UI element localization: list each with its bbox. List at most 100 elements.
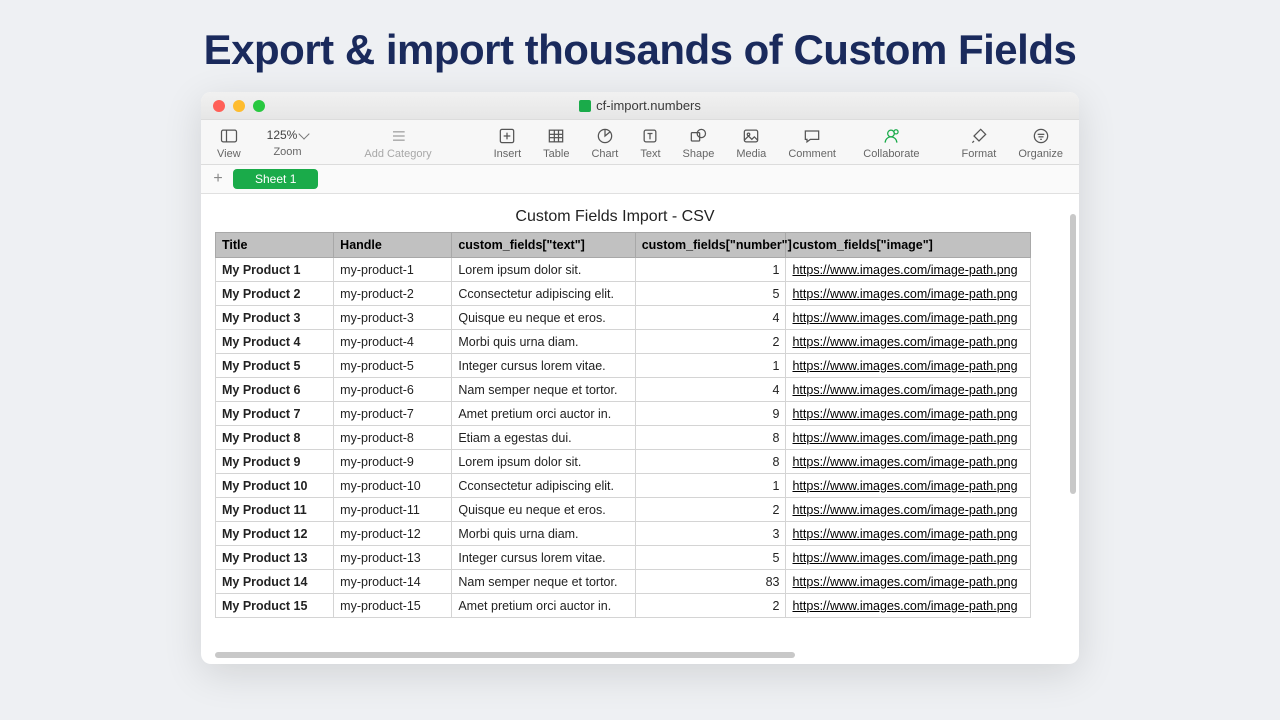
cell[interactable]: Morbi quis urna diam. [452,330,635,354]
cell[interactable]: https://www.images.com/image-path.png [786,450,1031,474]
table-row[interactable]: My Product 13my-product-13Integer cursus… [216,546,1031,570]
cell[interactable]: 1 [635,474,786,498]
cell[interactable]: Quisque eu neque et eros. [452,306,635,330]
cell[interactable]: my-product-9 [334,450,452,474]
table-row[interactable]: My Product 10my-product-10Cconsectetur a… [216,474,1031,498]
cell[interactable]: https://www.images.com/image-path.png [786,354,1031,378]
chart-button[interactable]: Chart [585,126,624,160]
cell[interactable]: Lorem ipsum dolor sit. [452,258,635,282]
cell[interactable]: My Product 12 [216,522,334,546]
cell[interactable]: My Product 4 [216,330,334,354]
cell[interactable]: Integer cursus lorem vitae. [452,354,635,378]
table-row[interactable]: My Product 9my-product-9Lorem ipsum dolo… [216,450,1031,474]
cell[interactable]: https://www.images.com/image-path.png [786,426,1031,450]
cell[interactable]: Morbi quis urna diam. [452,522,635,546]
cell[interactable]: my-product-10 [334,474,452,498]
column-header[interactable]: custom_fields["image"] [786,233,1031,258]
cell[interactable]: My Product 9 [216,450,334,474]
cell[interactable]: My Product 8 [216,426,334,450]
cell[interactable]: Etiam a egestas dui. [452,426,635,450]
cell[interactable]: my-product-5 [334,354,452,378]
cell[interactable]: 8 [635,426,786,450]
cell[interactable]: my-product-8 [334,426,452,450]
cell[interactable]: 9 [635,402,786,426]
cell[interactable]: My Product 2 [216,282,334,306]
cell[interactable]: 8 [635,450,786,474]
cell[interactable]: https://www.images.com/image-path.png [786,594,1031,618]
cell[interactable]: My Product 14 [216,570,334,594]
cell[interactable]: my-product-1 [334,258,452,282]
add-sheet-button[interactable]: + [209,170,227,188]
cell[interactable]: my-product-2 [334,282,452,306]
format-button[interactable]: Format [956,126,1003,160]
column-header[interactable]: Handle [334,233,452,258]
cell[interactable]: https://www.images.com/image-path.png [786,258,1031,282]
insert-button[interactable]: Insert [488,126,528,160]
cell[interactable]: Amet pretium orci auctor in. [452,402,635,426]
table-row[interactable]: My Product 4my-product-4Morbi quis urna … [216,330,1031,354]
column-header[interactable]: custom_fields["number"] [635,233,786,258]
cell[interactable]: 3 [635,522,786,546]
cell[interactable]: https://www.images.com/image-path.png [786,498,1031,522]
document-area[interactable]: Custom Fields Import - CSV TitleHandlecu… [201,194,1079,664]
cell[interactable]: https://www.images.com/image-path.png [786,282,1031,306]
table-button[interactable]: Table [537,126,575,160]
table-row[interactable]: My Product 12my-product-12Morbi quis urn… [216,522,1031,546]
vertical-scrollbar[interactable] [1070,214,1076,494]
column-header[interactable]: Title [216,233,334,258]
cell[interactable]: My Product 7 [216,402,334,426]
comment-button[interactable]: Comment [782,126,842,160]
cell[interactable]: my-product-3 [334,306,452,330]
cell[interactable]: My Product 6 [216,378,334,402]
zoom-button[interactable]: 125% Zoom [257,126,319,160]
shape-button[interactable]: Shape [677,126,721,160]
table-row[interactable]: My Product 3my-product-3Quisque eu neque… [216,306,1031,330]
cell[interactable]: 5 [635,546,786,570]
cell[interactable]: 83 [635,570,786,594]
cell[interactable]: My Product 15 [216,594,334,618]
cell[interactable]: Nam semper neque et tortor. [452,570,635,594]
cell[interactable]: Lorem ipsum dolor sit. [452,450,635,474]
cell[interactable]: 2 [635,594,786,618]
table-row[interactable]: My Product 8my-product-8Etiam a egestas … [216,426,1031,450]
cell[interactable]: Amet pretium orci auctor in. [452,594,635,618]
cell[interactable]: https://www.images.com/image-path.png [786,330,1031,354]
column-header[interactable]: custom_fields["text"] [452,233,635,258]
cell[interactable]: https://www.images.com/image-path.png [786,546,1031,570]
cell[interactable]: Cconsectetur adipiscing elit. [452,282,635,306]
cell[interactable]: https://www.images.com/image-path.png [786,570,1031,594]
cell[interactable]: 5 [635,282,786,306]
cell[interactable]: my-product-4 [334,330,452,354]
cell[interactable]: My Product 5 [216,354,334,378]
table-row[interactable]: My Product 11my-product-11Quisque eu neq… [216,498,1031,522]
text-button[interactable]: Text [634,126,666,160]
cell[interactable]: my-product-15 [334,594,452,618]
cell[interactable]: my-product-12 [334,522,452,546]
cell[interactable]: My Product 1 [216,258,334,282]
cell[interactable]: my-product-6 [334,378,452,402]
cell[interactable]: 1 [635,258,786,282]
cell[interactable]: Cconsectetur adipiscing elit. [452,474,635,498]
sheet-tab[interactable]: Sheet 1 [233,169,318,189]
cell[interactable]: My Product 13 [216,546,334,570]
cell[interactable]: my-product-13 [334,546,452,570]
cell[interactable]: my-product-11 [334,498,452,522]
cell[interactable]: 2 [635,330,786,354]
horizontal-scrollbar[interactable] [215,652,795,658]
cell[interactable]: https://www.images.com/image-path.png [786,522,1031,546]
table-row[interactable]: My Product 1my-product-1Lorem ipsum dolo… [216,258,1031,282]
cell[interactable]: My Product 10 [216,474,334,498]
cell[interactable]: Integer cursus lorem vitae. [452,546,635,570]
organize-button[interactable]: Organize [1012,126,1069,160]
cell[interactable]: 4 [635,378,786,402]
cell[interactable]: My Product 3 [216,306,334,330]
cell[interactable]: my-product-14 [334,570,452,594]
table-row[interactable]: My Product 15my-product-15Amet pretium o… [216,594,1031,618]
table-row[interactable]: My Product 2my-product-2Cconsectetur adi… [216,282,1031,306]
cell[interactable]: https://www.images.com/image-path.png [786,402,1031,426]
cell[interactable]: Nam semper neque et tortor. [452,378,635,402]
table-row[interactable]: My Product 6my-product-6Nam semper neque… [216,378,1031,402]
view-button[interactable]: View [211,126,247,160]
cell[interactable]: https://www.images.com/image-path.png [786,378,1031,402]
table-row[interactable]: My Product 7my-product-7Amet pretium orc… [216,402,1031,426]
